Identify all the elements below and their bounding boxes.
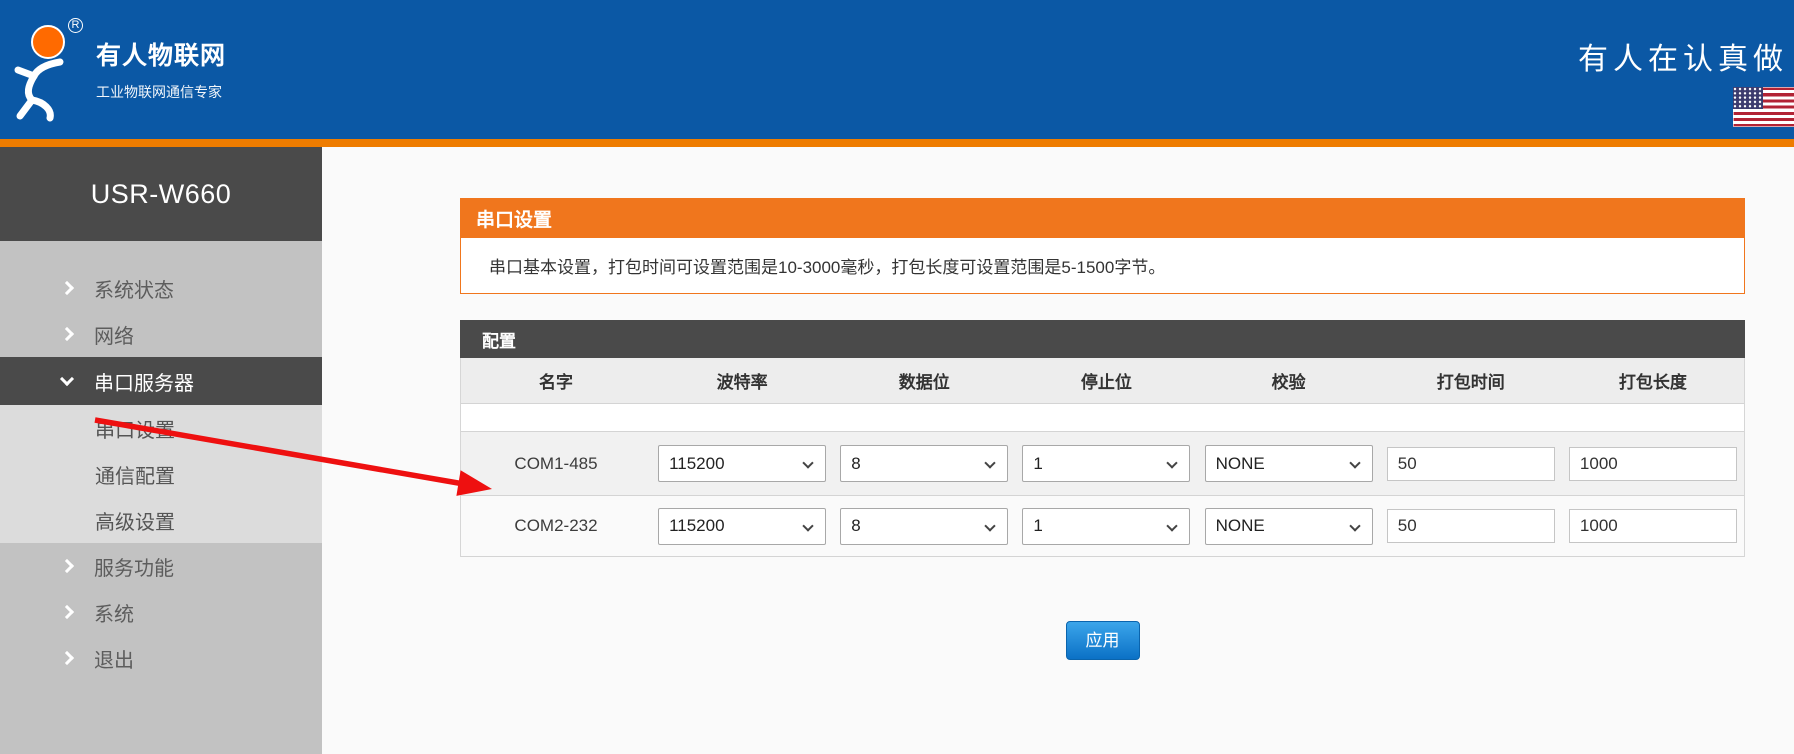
sidebar-item-label: 系统 bbox=[94, 598, 134, 627]
sidebar-item-advanced-settings[interactable]: 高级设置 bbox=[0, 497, 322, 543]
sidebar-item-label: 退出 bbox=[94, 644, 134, 673]
main-content: 串口设置 串口基本设置，打包时间可设置范围是10-3000毫秒，打包长度可设置范… bbox=[322, 147, 1794, 754]
chevron-down-icon bbox=[802, 457, 813, 468]
us-flag-icon[interactable] bbox=[1733, 87, 1794, 127]
accent-stripe bbox=[0, 139, 1794, 147]
pack-time-input[interactable] bbox=[1387, 447, 1555, 481]
select-value: NONE bbox=[1216, 454, 1265, 474]
stop-bits-select[interactable]: 1 bbox=[1022, 508, 1190, 545]
sidebar-item-label: 串口服务器 bbox=[94, 367, 194, 396]
chevron-down-icon bbox=[802, 520, 813, 531]
chevron-down-icon bbox=[1167, 457, 1178, 468]
sidebar-subitem-label: 串口设置 bbox=[95, 414, 175, 443]
select-value: NONE bbox=[1216, 516, 1265, 536]
baud-select[interactable]: 115200 bbox=[658, 445, 826, 482]
table-header-row: 名字 波特率 数据位 停止位 校验 打包时间 打包长度 bbox=[461, 358, 1744, 404]
select-value: 8 bbox=[851, 516, 860, 536]
registered-trademark: R bbox=[68, 18, 83, 33]
pack-length-input[interactable] bbox=[1569, 509, 1737, 543]
chevron-right-icon bbox=[60, 605, 74, 619]
chevron-down-icon bbox=[1167, 520, 1178, 531]
col-header-name: 名字 bbox=[461, 368, 651, 393]
chevron-down-icon bbox=[985, 457, 996, 468]
row-name: COM2-232 bbox=[461, 516, 651, 536]
sidebar-subitem-label: 高级设置 bbox=[95, 506, 175, 535]
data-bits-select[interactable]: 8 bbox=[840, 508, 1008, 545]
col-header-databits: 数据位 bbox=[833, 368, 1015, 393]
col-header-parity: 校验 bbox=[1198, 368, 1380, 393]
chevron-down-icon bbox=[1349, 520, 1360, 531]
sidebar-item-network[interactable]: 网络 bbox=[0, 311, 322, 357]
page-description: 串口基本设置，打包时间可设置范围是10-3000毫秒，打包长度可设置范围是5-1… bbox=[460, 238, 1745, 294]
page-title: 串口设置 bbox=[460, 198, 1745, 238]
sidebar-item-system[interactable]: 系统 bbox=[0, 589, 322, 635]
pack-length-input[interactable] bbox=[1569, 447, 1737, 481]
select-value: 115200 bbox=[669, 454, 724, 474]
table-row-com2: COM2-232 115200 8 1 NONE bbox=[461, 496, 1744, 557]
sidebar: USR-W660 系统状态 网络 串口服务器 串口设置 通信配置 高级设置 bbox=[0, 147, 322, 754]
chevron-right-icon bbox=[60, 559, 74, 573]
sidebar-item-service-functions[interactable]: 服务功能 bbox=[0, 543, 322, 589]
data-bits-select[interactable]: 8 bbox=[840, 445, 1008, 482]
col-header-packtime: 打包时间 bbox=[1380, 368, 1562, 393]
sidebar-subitem-label: 通信配置 bbox=[95, 460, 175, 489]
config-table: 名字 波特率 数据位 停止位 校验 打包时间 打包长度 COM1-485 115… bbox=[460, 358, 1745, 557]
sidebar-item-serial-settings[interactable]: 串口设置 bbox=[0, 405, 322, 451]
col-header-packlen: 打包长度 bbox=[1562, 368, 1744, 393]
sidebar-item-system-status[interactable]: 系统状态 bbox=[0, 265, 322, 311]
brand-tagline: 工业物联网通信专家 bbox=[96, 82, 226, 102]
select-value: 1 bbox=[1033, 516, 1042, 536]
sidebar-item-serial-server[interactable]: 串口服务器 bbox=[0, 357, 322, 405]
chevron-down-icon bbox=[985, 520, 996, 531]
brand-block: 有人物联网 工业物联网通信专家 bbox=[96, 36, 226, 102]
table-spacer-row bbox=[461, 404, 1744, 432]
parity-select[interactable]: NONE bbox=[1205, 508, 1373, 545]
baud-select[interactable]: 115200 bbox=[658, 508, 826, 545]
select-value: 1 bbox=[1033, 454, 1042, 474]
col-header-stopbits: 停止位 bbox=[1015, 368, 1197, 393]
sidebar-item-logout[interactable]: 退出 bbox=[0, 635, 322, 681]
sidebar-item-label: 系统状态 bbox=[94, 274, 174, 303]
flag-canton bbox=[1733, 87, 1763, 109]
chevron-down-icon bbox=[60, 372, 74, 386]
chevron-right-icon bbox=[60, 327, 74, 341]
parity-select[interactable]: NONE bbox=[1205, 445, 1373, 482]
apply-button[interactable]: 应用 bbox=[1066, 621, 1140, 660]
sidebar-item-label: 网络 bbox=[94, 320, 134, 349]
usr-logo-icon bbox=[8, 20, 92, 122]
brand-name: 有人物联网 bbox=[96, 36, 226, 72]
stop-bits-select[interactable]: 1 bbox=[1022, 445, 1190, 482]
chevron-right-icon bbox=[60, 281, 74, 295]
col-header-baud: 波特率 bbox=[651, 368, 833, 393]
device-title: USR-W660 bbox=[0, 147, 322, 241]
config-section-title: 配置 bbox=[460, 320, 1745, 358]
select-value: 115200 bbox=[669, 516, 724, 536]
sidebar-menu: 系统状态 网络 串口服务器 串口设置 通信配置 高级设置 服务功能 bbox=[0, 241, 322, 681]
header-slogan: 有人在认真做 bbox=[1578, 34, 1788, 78]
pack-time-input[interactable] bbox=[1387, 509, 1555, 543]
sidebar-item-label: 服务功能 bbox=[94, 552, 174, 581]
chevron-down-icon bbox=[1349, 457, 1360, 468]
select-value: 8 bbox=[851, 454, 860, 474]
row-name: COM1-485 bbox=[461, 454, 651, 474]
top-header: R 有人物联网 工业物联网通信专家 有人在认真做 bbox=[0, 0, 1794, 139]
sidebar-item-comm-config[interactable]: 通信配置 bbox=[0, 451, 322, 497]
table-row-com1: COM1-485 115200 8 1 NONE bbox=[461, 432, 1744, 496]
chevron-right-icon bbox=[60, 651, 74, 665]
